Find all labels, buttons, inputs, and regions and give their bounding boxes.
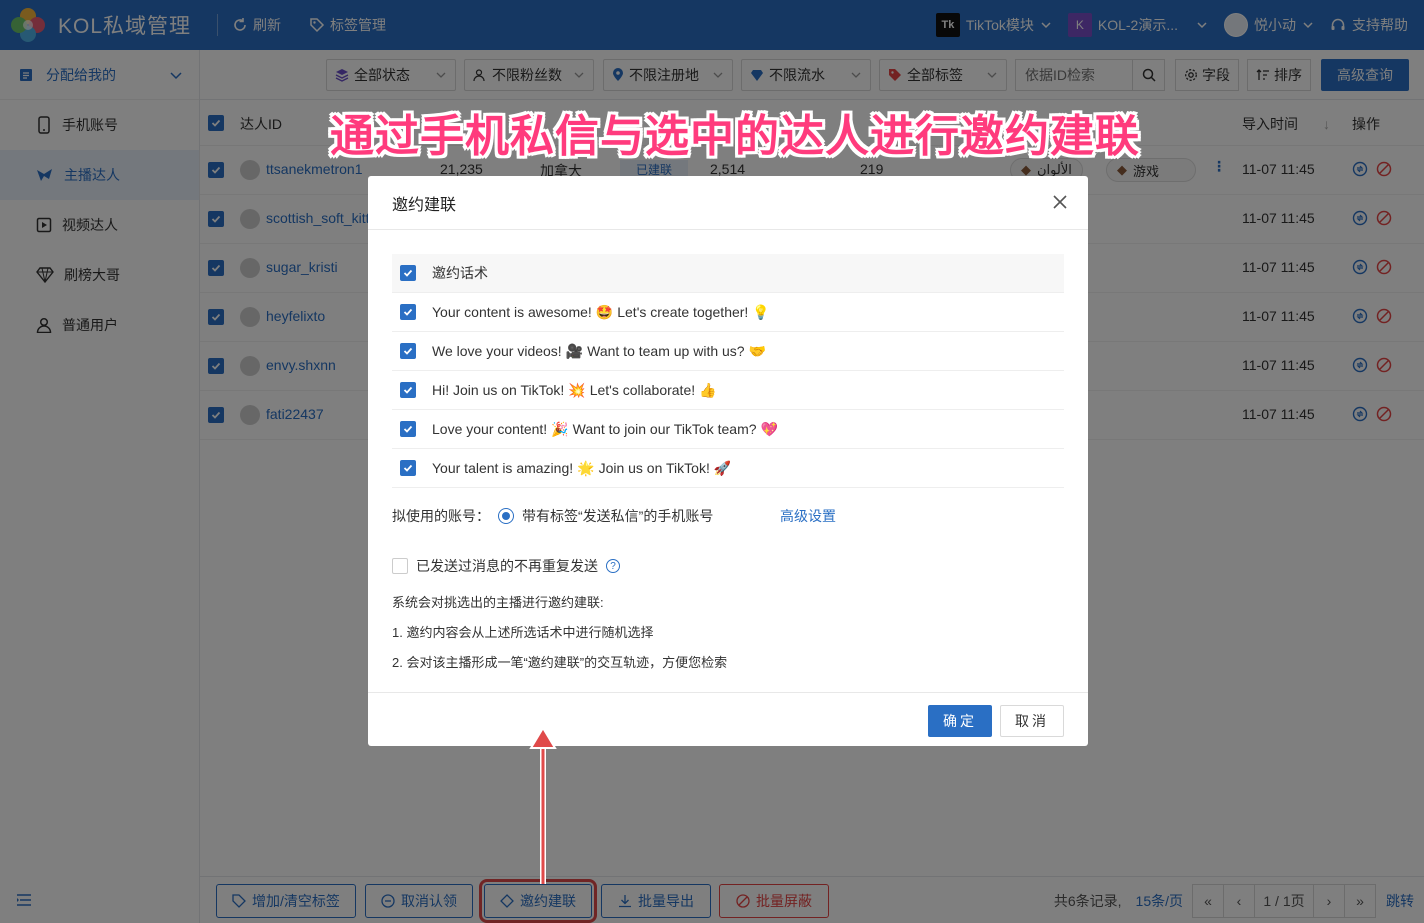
emoji-rocket: 🚀 xyxy=(713,459,732,476)
script-checkbox[interactable] xyxy=(400,421,416,437)
note-line-1: 1. 邀约内容会从上述所选话术中进行随机选择 xyxy=(392,625,654,640)
note-line-2: 2. 会对该主播形成一笔“邀约建联”的交互轨迹，方便您检索 xyxy=(392,655,728,670)
script-text: Want to team up with us? xyxy=(587,343,745,359)
invite-connect-dialog: 邀约建联 邀约话术 Your content is awesome! 🤩 Let's… xyxy=(368,176,1088,746)
advanced-settings-link[interactable]: 高级设置 xyxy=(780,506,836,526)
script-checkbox[interactable] xyxy=(400,382,416,398)
script-item[interactable]: Love your content! 🎉 Want to join our TikT… xyxy=(392,410,1064,449)
script-text: We love your videos! xyxy=(432,343,562,359)
script-text: Let's collaborate! xyxy=(589,382,696,398)
no-repeat-option: 已发送过消息的不再重复发送 ? xyxy=(392,556,620,576)
script-text: Love your content! xyxy=(432,421,548,437)
script-text: Hi! Join us on TikTok! xyxy=(432,382,565,398)
script-checkbox[interactable] xyxy=(400,304,416,320)
note-title: 系统会对挑选出的主播进行邀约建联: xyxy=(392,595,604,610)
script-item[interactable]: Your content is awesome! 🤩 Let's create to… xyxy=(392,293,1064,332)
script-text: Your content is awesome! xyxy=(432,304,592,320)
annotation-banner: 通过手机私信与选中的达人进行邀约建联 xyxy=(330,112,1140,161)
script-text: Let's create together! xyxy=(617,304,749,320)
emoji-bulb: 💡 xyxy=(752,303,770,320)
no-repeat-label: 已发送过消息的不再重复发送 xyxy=(416,558,598,574)
confirm-button[interactable]: 确定 xyxy=(928,705,992,737)
emoji-thumbs-up: 👍 xyxy=(699,381,717,398)
emoji-camera: 🎥 xyxy=(565,342,584,359)
close-icon[interactable] xyxy=(1052,194,1068,210)
emoji-star-eyes: 🤩 xyxy=(595,303,614,320)
account-label: 拟使用的账号： xyxy=(392,508,490,524)
check-icon xyxy=(403,308,413,316)
emoji-star: 🌟 xyxy=(577,459,595,476)
check-icon xyxy=(403,425,413,433)
check-icon xyxy=(403,269,413,277)
emoji-burst: 💥 xyxy=(568,381,586,398)
account-radio[interactable] xyxy=(498,508,514,524)
cancel-button[interactable]: 取消 xyxy=(1000,705,1064,737)
dialog-header: 邀约建联 xyxy=(368,176,1088,230)
account-option-row: 拟使用的账号： 带有标签“发送私信”的手机账号 xyxy=(392,506,713,526)
script-header-label: 邀约话术 xyxy=(432,265,488,281)
check-icon xyxy=(403,464,413,472)
script-text: Want to join our TikTok team? xyxy=(572,421,757,437)
script-text: Your talent is amazing! xyxy=(432,460,574,476)
script-checkbox[interactable] xyxy=(400,460,416,476)
script-text: Join us on TikTok! xyxy=(598,460,710,476)
emoji-handshake: 🤝 xyxy=(748,342,767,359)
account-option-label: 带有标签“发送私信”的手机账号 xyxy=(522,508,714,524)
check-icon xyxy=(403,386,413,394)
script-list: 邀约话术 Your content is awesome! 🤩 Let's crea… xyxy=(392,254,1064,488)
script-item[interactable]: Your talent is amazing! 🌟 Join us on TikTo… xyxy=(392,449,1064,488)
no-repeat-checkbox[interactable] xyxy=(392,558,408,574)
dialog-footer: 确定 取消 xyxy=(368,692,1088,746)
dialog-title: 邀约建联 xyxy=(392,196,457,214)
emoji-party: 🎉 xyxy=(551,420,569,437)
script-checkbox[interactable] xyxy=(400,343,416,359)
select-all-scripts-checkbox[interactable] xyxy=(400,265,416,281)
script-item[interactable]: We love your videos! 🎥 Want to team up wit… xyxy=(392,332,1064,371)
help-icon[interactable]: ? xyxy=(606,559,620,573)
annotation-arrow-icon xyxy=(529,726,557,884)
emoji-heart: 💖 xyxy=(760,420,778,437)
script-item[interactable]: Hi! Join us on TikTok! 💥 Let's collaborate… xyxy=(392,371,1064,410)
script-list-header: 邀约话术 xyxy=(392,254,1064,293)
check-icon xyxy=(403,347,413,355)
